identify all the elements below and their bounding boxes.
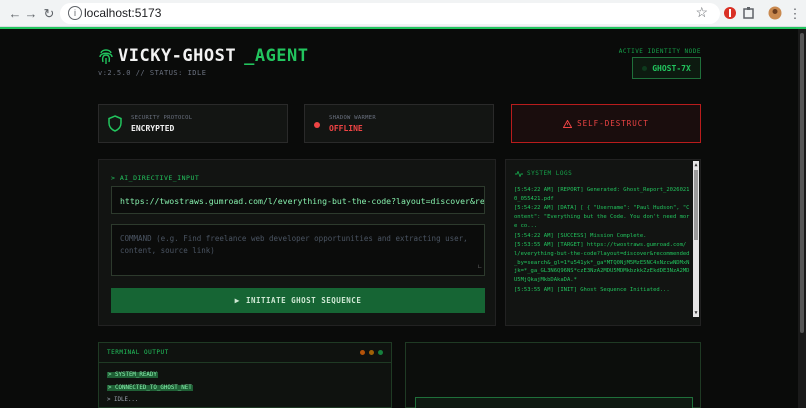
app-title: VICKY-GHOST bbox=[118, 46, 237, 66]
log-entry: [5:53:55 AM] [INIT] Ghost Sequence Initi… bbox=[514, 286, 670, 293]
command-textarea[interactable]: COMMAND (e.g. Find freelance web develop… bbox=[111, 224, 485, 276]
self-destruct-label: SELF-DESTRUCT bbox=[577, 119, 649, 128]
bookmark-star-icon[interactable]: ☆ bbox=[695, 4, 708, 21]
security-protocol-card: SECURITY PROTOCOL ENCRYPTED bbox=[98, 104, 288, 143]
initiate-sequence-button[interactable]: ▶ INITIATE GHOST SEQUENCE bbox=[111, 288, 485, 313]
self-destruct-button[interactable]: SELF-DESTRUCT bbox=[511, 104, 701, 143]
status-dot-icon bbox=[642, 65, 648, 71]
browser-menu-icon[interactable]: ⋮ bbox=[786, 5, 804, 23]
scroll-down-icon[interactable]: ▼ bbox=[693, 310, 699, 316]
initiate-sequence-label: INITIATE GHOST SEQUENCE bbox=[245, 296, 362, 305]
warning-triangle-icon bbox=[563, 119, 573, 128]
log-entry: [5:54:22 AM] [REPORT] Generated: Ghost_R… bbox=[514, 187, 690, 202]
system-logs-panel: SYSTEM LOGS [5:54:22 AM] [REPORT] Genera… bbox=[505, 159, 701, 326]
shadow-warmer-value: OFFLINE bbox=[329, 124, 363, 133]
browser-toolbar: ← → ↻ i localhost:5173 ☆ ⋮ bbox=[0, 0, 806, 27]
log-entry: [5:53:55 AM] [TARGET] https://twostraws.… bbox=[514, 242, 690, 284]
address-bar[interactable]: i localhost:5173 ☆ bbox=[60, 3, 720, 24]
extensions-puzzle-icon[interactable] bbox=[742, 6, 756, 20]
log-scrollbar[interactable]: ▲ ▼ bbox=[693, 161, 699, 317]
identity-node-label: ACTIVE IDENTITY NODE bbox=[618, 48, 701, 55]
resize-grip-icon[interactable]: ∟ bbox=[478, 261, 482, 273]
target-url-input[interactable]: https://twostraws.gumroad.com/l/everythi… bbox=[111, 186, 485, 214]
terminal-line: > CONNECTED_TO_GHOST_NET bbox=[107, 384, 193, 391]
dot-icon bbox=[378, 350, 383, 355]
system-logs-heading: SYSTEM LOGS bbox=[527, 170, 573, 177]
terminal-title: TERMINAL OUTPUT bbox=[107, 349, 169, 356]
top-accent-line bbox=[0, 27, 806, 29]
terminal-panel: TERMINAL OUTPUT > SYSTEM_READY > CONNECT… bbox=[98, 342, 392, 408]
log-entry: [5:54:22 AM] [SUCCESS] Mission Complete. bbox=[514, 232, 647, 239]
address-url: localhost:5173 bbox=[84, 6, 162, 20]
shadow-warmer-label: SHADOW WARMER bbox=[329, 115, 376, 121]
app-brand: VICKY-GHOST _AGENT bbox=[98, 46, 309, 66]
preview-inner-box bbox=[415, 397, 693, 408]
site-info-icon[interactable]: i bbox=[68, 6, 82, 20]
scroll-up-icon[interactable]: ▲ bbox=[693, 162, 699, 168]
version-status: v:2.5.0 // STATUS: IDLE bbox=[98, 69, 207, 77]
log-list[interactable]: [5:54:22 AM] [REPORT] Generated: Ghost_R… bbox=[514, 186, 692, 314]
directive-panel: > AI_DIRECTIVE_INPUT https://twostraws.g… bbox=[98, 159, 496, 326]
terminal-line: > IDLE... bbox=[107, 397, 139, 403]
page-scrollbar[interactable] bbox=[798, 29, 806, 408]
app-title-accent: _AGENT bbox=[244, 46, 309, 66]
extension-shield-icon[interactable] bbox=[723, 6, 737, 20]
identity-node-badge: GHOST-7X bbox=[632, 57, 701, 79]
profile-avatar-icon[interactable] bbox=[768, 6, 782, 20]
command-placeholder: COMMAND (e.g. Find freelance web develop… bbox=[120, 234, 468, 255]
dot-icon bbox=[369, 350, 374, 355]
security-protocol-value: ENCRYPTED bbox=[131, 124, 175, 133]
play-icon: ▶ bbox=[234, 296, 240, 305]
shadow-warmer-card[interactable]: SHADOW WARMER OFFLINE bbox=[304, 104, 494, 143]
shield-icon bbox=[108, 115, 122, 132]
preview-panel bbox=[405, 342, 701, 408]
security-protocol-label: SECURITY PROTOCOL bbox=[131, 115, 193, 121]
fingerprint-icon bbox=[99, 49, 113, 64]
terminal-line: > SYSTEM_READY bbox=[107, 372, 158, 378]
forward-icon[interactable]: → bbox=[22, 5, 40, 23]
reload-icon[interactable]: ↻ bbox=[40, 5, 58, 23]
identity-node-value: GHOST-7X bbox=[652, 63, 691, 73]
activity-icon bbox=[515, 170, 523, 177]
window-dots bbox=[360, 350, 383, 355]
status-dot-icon bbox=[314, 122, 320, 128]
dot-icon bbox=[360, 350, 365, 355]
directive-heading: > AI_DIRECTIVE_INPUT bbox=[111, 174, 200, 182]
log-entry: [5:54:22 AM] [DATA] [ { "Username": "Pau… bbox=[514, 205, 690, 229]
